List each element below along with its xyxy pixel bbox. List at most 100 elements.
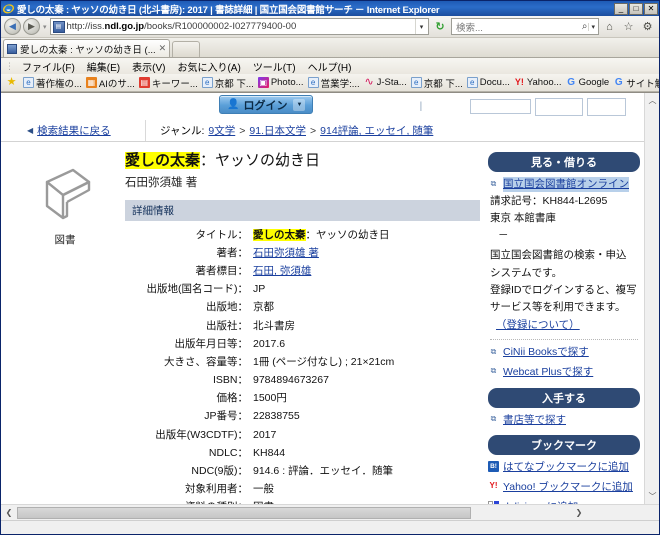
breadcrumb: ◀ 検索結果に戻る ジャンル: 9文学 > 91.日本文学 > 914評論, エ… [1, 120, 644, 142]
minimize-button[interactable]: _ [614, 2, 628, 15]
favorite-item[interactable]: e 著作権の... [21, 76, 84, 90]
menu-favorites[interactable]: お気に入り(A) [171, 59, 246, 74]
login-button[interactable]: 👤 ログイン ▼ [219, 95, 314, 114]
scroll-up-icon[interactable]: ︿ [645, 93, 659, 108]
favorite-label: Photo... [270, 77, 304, 88]
status-bar [1, 520, 659, 534]
back-to-results[interactable]: ◀ 検索結果に戻る [1, 120, 146, 141]
header-collapse-icon[interactable]: ︿ [630, 100, 639, 113]
maximize-button[interactable]: □ [629, 2, 643, 15]
sidebar-item-yahoo-bookmark[interactable]: Y! Yahoo! ブックマークに追加 [488, 480, 640, 495]
language-select[interactable]: Language ▼ [470, 99, 532, 114]
service-desc-line-4: サービス等を利用できます。 [490, 301, 626, 313]
genre-link-3[interactable]: 914評論, エッセイ, 随筆 [320, 123, 433, 138]
table-row: JP番号： 22838755 [125, 407, 480, 425]
horizontal-scroll-thumb[interactable] [17, 506, 472, 519]
page-horizontal-scrollbar[interactable]: ❮ ❯ [1, 504, 659, 520]
google-icon: G [567, 77, 575, 88]
table-row: 著者標目： 石田, 弥須雄 [125, 262, 480, 280]
registration-info-link[interactable]: （登録について） [488, 317, 640, 332]
text-enlarge-button[interactable]: 文字拡大 [535, 97, 584, 116]
favorite-label: Docu... [479, 77, 510, 88]
menu-help[interactable]: ヘルプ(H) [302, 59, 358, 74]
menu-bar: ⋮ ファイル(F) 編集(E) 表示(V) お気に入り(A) ツール(T) ヘル… [1, 58, 659, 74]
sidebar-item-webcat-plus[interactable]: ⧉ Webcat Plusで探す [488, 365, 640, 380]
favorites-star-icon[interactable]: ☆ [620, 18, 637, 35]
favorite-item[interactable]: Gサイト解... [611, 76, 659, 90]
field-value: 1冊 (ページ付なし) ; 21×21cm [253, 355, 395, 368]
favorite-item[interactable]: ▣ Photo... [256, 77, 306, 88]
favorite-item[interactable]: Y! Yahoo... [512, 77, 564, 88]
scroll-down-icon[interactable]: ﹀ [645, 489, 659, 504]
record-author: 石田弥須雄 著 [125, 176, 198, 189]
page-vertical-scrollbar[interactable]: ︿ ﹀ [644, 93, 659, 504]
scroll-left-icon[interactable]: ❮ [1, 505, 17, 521]
table-row: 大きさ、容量等： 1冊 (ページ付なし) ; 21×21cm [125, 353, 480, 371]
home-icon[interactable]: ⌂ [601, 18, 618, 35]
close-button[interactable]: ✕ [644, 2, 658, 15]
favorites-add-star[interactable]: ★ [4, 77, 21, 88]
refresh-button[interactable]: ↻ [431, 18, 449, 35]
forward-button[interactable]: ▶ [23, 18, 40, 35]
browser-tab-active[interactable]: 愛しの太秦 : ヤッソの幼き日 (... ✕ [3, 39, 171, 57]
login-caret-icon[interactable]: ▼ [293, 98, 306, 111]
menu-edit[interactable]: 編集(E) [81, 59, 126, 74]
field-value: 1500円 [253, 392, 287, 405]
favorite-item[interactable]: e 京都 下... [409, 76, 465, 90]
sidebar-item-delicious[interactable]: delicious に追加 [488, 500, 640, 504]
favorite-item[interactable]: ∿ J-Sta... [362, 77, 409, 88]
ie-page-icon: e [201, 77, 213, 88]
browser-search-input[interactable]: 検索... [453, 20, 581, 34]
horizontal-scroll-track[interactable] [17, 505, 571, 521]
settings-link[interactable]: 設定 [396, 99, 416, 114]
site-header: 国立国会図書館サーチ 👤 ログイン ▼ ⚙ 設定 | ? ヘルプ Languag… [1, 93, 644, 120]
menu-tools[interactable]: ツール(T) [247, 59, 302, 74]
service-desc-line-2: システムです。 [490, 266, 563, 279]
orange-site-icon: ▦ [85, 77, 97, 88]
favorite-item[interactable]: ▦ AIのサ... [84, 76, 137, 90]
metadata-table: タイトル： 愛しの太秦：ヤッソの幼き日 著者： 石田弥須雄 著 著者標目： 石田, 弥… [125, 226, 480, 504]
window-controls: _ □ ✕ [614, 2, 658, 15]
table-row: 出版地： 京都 [125, 298, 480, 316]
favorite-label: サイト解... [626, 78, 659, 90]
favorite-item[interactable]: e 京都 下... [200, 76, 256, 90]
field-key: JP番号： [204, 410, 248, 423]
field-key: 価格： [216, 392, 249, 405]
ie-page-icon: e [466, 77, 478, 88]
window-title: 愛しの太秦 : ヤッソの幼き日 (北斗書房): 2017 | 書誌詳細 | 国立… [17, 4, 440, 16]
tab-close-icon[interactable]: ✕ [159, 43, 167, 54]
help-link[interactable]: ヘルプ [436, 99, 466, 114]
search-icon[interactable]: ⌕ [581, 21, 589, 32]
new-tab-button[interactable] [172, 41, 201, 57]
favorite-item[interactable]: e 営業学:... [306, 76, 362, 90]
genre-link-2[interactable]: 91.日本文学 [249, 123, 306, 138]
address-dropdown-icon[interactable]: ▾ [415, 19, 427, 34]
contrast-toggle-button[interactable]: 白黒反 [587, 97, 626, 116]
internet-explorer-window: 愛しの太秦 : ヤッソの幼き日 (北斗書房): 2017 | 書誌詳細 | 国立… [0, 0, 660, 535]
author-heading-link[interactable]: 石田, 弥須雄 [253, 265, 311, 277]
address-input[interactable]: ▤ http://iss.ndl.go.jp/books/R100000002-… [49, 18, 429, 35]
back-button[interactable]: ◀ [4, 18, 21, 35]
genre-link-1[interactable]: 9文学 [208, 123, 235, 138]
sidebar-item-hatena-bookmark[interactable]: B! はてなブックマークに追加 [488, 460, 640, 475]
tools-gear-icon[interactable]: ⚙ [639, 18, 656, 35]
ie-page-icon: e [23, 77, 34, 88]
favorite-item[interactable]: G Google [564, 77, 612, 88]
external-link-icon: ⧉ [490, 414, 497, 424]
sidebar-item-ndl-online[interactable]: ⧉ 国立国会図書館オンライン [488, 177, 640, 192]
favorite-item[interactable]: ▤ キーワー... [137, 76, 200, 90]
search-provider-caret-icon[interactable]: ▾ [588, 22, 597, 31]
sidebar-item-find-bookstore[interactable]: ⧉ 書店等で探す [488, 413, 640, 428]
sidebar-divider [490, 339, 638, 341]
field-key: 出版地： [206, 301, 248, 314]
favorite-item[interactable]: e Docu... [465, 77, 512, 88]
browser-search-box[interactable]: 検索... ⌕ ▾ [451, 18, 599, 35]
author-link[interactable]: 石田弥須雄 著 [253, 247, 319, 259]
sidebar-item-cinii-books[interactable]: ⧉ CiNii Booksで探す [488, 345, 640, 360]
ndl-logo-icon [5, 98, 22, 115]
menu-file[interactable]: ファイル(F) [16, 59, 81, 74]
recent-pages-caret-icon[interactable]: ▾ [43, 23, 47, 31]
scroll-right-icon[interactable]: ❯ [571, 505, 587, 521]
menu-view[interactable]: 表示(V) [126, 59, 171, 74]
field-key: 著者： [216, 246, 249, 259]
